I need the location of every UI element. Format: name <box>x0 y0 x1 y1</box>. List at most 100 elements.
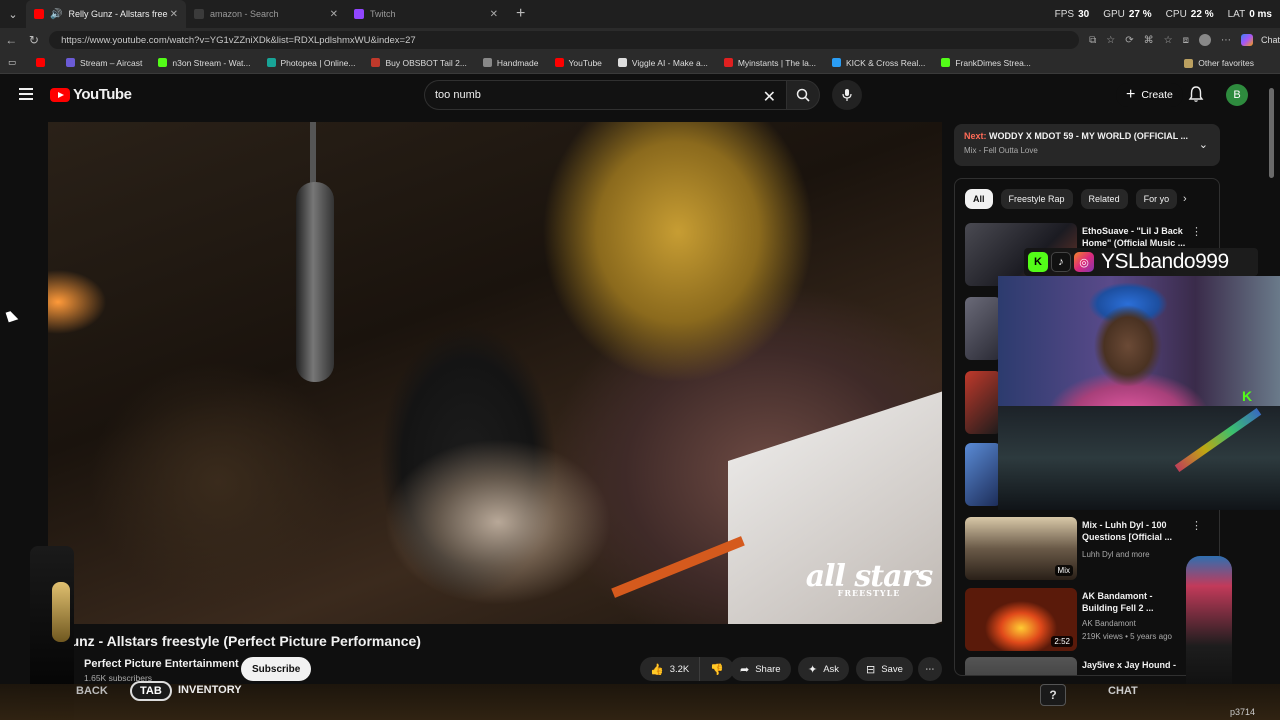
browser-tab-youtube[interactable]: 🔊 Relly Gunz - Allstars freestyle ✕ <box>26 0 186 28</box>
like-button[interactable]: 👍 3.2K <box>640 657 701 681</box>
chip-all[interactable]: All <box>965 189 993 209</box>
recommendation-item[interactable]: Mix Mix - Luhh Dyl - 100 Questions [Offi… <box>965 517 1215 581</box>
kick-icon: K <box>1028 252 1048 272</box>
obsbot-icon <box>371 58 381 67</box>
more-options-icon[interactable]: ⋯ <box>1221 35 1231 46</box>
recommendation-item[interactable]: 2:52 AK Bandamont - Building Fell 2 ... … <box>965 588 1215 652</box>
up-next-card[interactable]: Next: WODDY X MDOT 59 - MY WORLD (OFFICI… <box>954 124 1220 166</box>
video-thumbnail[interactable] <box>965 443 1001 506</box>
aircast-icon <box>66 58 76 67</box>
recommendation-channel: Luhh Dyl and more <box>1082 550 1150 559</box>
page-scrollbar[interactable] <box>1268 78 1276 682</box>
bookmark-viggle[interactable]: Viggle AI - Make a... <box>617 58 708 68</box>
search-button[interactable] <box>786 80 820 110</box>
folder-icon <box>1184 58 1194 68</box>
favorite-star-icon[interactable]: ☆ <box>1106 35 1115 46</box>
video-frame-detail <box>611 536 745 598</box>
bookmark-obsbot[interactable]: Buy OBSBOT Tail 2... <box>371 58 467 68</box>
search-icon <box>194 9 204 19</box>
chat-button[interactable]: Chat <box>1261 35 1280 45</box>
clear-search-icon[interactable]: ✕ <box>763 87 776 107</box>
other-favorites-folder[interactable]: Other favorites <box>1184 52 1254 74</box>
notifications-button[interactable] <box>1188 85 1204 108</box>
like-count: 3.2K <box>669 663 690 675</box>
chevron-right-icon[interactable]: › <box>1183 193 1187 205</box>
chip-freestyle-rap[interactable]: Freestyle Rap <box>1000 189 1073 209</box>
more-vert-icon[interactable]: ⋮ <box>1191 519 1202 532</box>
ask-button[interactable]: ✦ Ask <box>798 657 850 681</box>
create-button[interactable]: + Create <box>1116 83 1183 107</box>
video-thumbnail[interactable] <box>965 657 1077 675</box>
video-player[interactable]: all stars FREESTYLE <box>48 122 942 624</box>
youtube-logo[interactable]: YouTube <box>50 86 132 103</box>
save-label: Save <box>881 663 903 675</box>
ask-label: Ask <box>823 663 840 675</box>
back-arrow-icon[interactable]: ← <box>0 33 23 47</box>
video-thumbnail[interactable] <box>965 297 1001 360</box>
profile-icon[interactable] <box>1198 34 1211 46</box>
video-thumbnail[interactable] <box>965 371 1001 434</box>
browser-tab-twitch[interactable]: Twitch ✕ <box>346 0 506 28</box>
recommendation-item[interactable]: Jay5ive x Jay Hound - <box>965 657 1215 675</box>
puzzle-icon[interactable]: ⌘ <box>1144 35 1154 46</box>
share-button[interactable]: ➦ Share <box>730 657 791 681</box>
bookmark-youtube-2[interactable]: YouTube <box>554 58 602 68</box>
tab-list-chevron-icon[interactable]: ⌄ <box>0 0 26 28</box>
like-dislike-group: 👍 3.2K 👎 <box>640 657 734 681</box>
tab-title: amazon - Search <box>210 9 279 19</box>
tiktok-icon: ♪ <box>1051 252 1071 272</box>
bookmark-n3on[interactable]: n3on Stream - Wat... <box>158 58 251 68</box>
watermark-text: all stars <box>805 558 934 594</box>
account-avatar[interactable]: B <box>1226 84 1248 106</box>
bell-icon <box>1188 86 1204 102</box>
up-next-title: WODDY X MDOT 59 - MY WORLD (OFFICIAL ... <box>989 131 1189 141</box>
open-app-icon[interactable]: ⧉ <box>1089 35 1096 46</box>
voice-search-button[interactable] <box>832 80 862 110</box>
chip-related[interactable]: Related <box>1080 189 1128 209</box>
bookmarks-menu-icon[interactable]: ▭ <box>8 57 16 68</box>
bookmark-myinstants[interactable]: Myinstants | The la... <box>723 58 816 68</box>
bookmark-kick-cross[interactable]: KICK & Cross Real... <box>831 58 925 68</box>
collections-icon[interactable]: ⧈ <box>1183 35 1189 46</box>
bookmark-aircast[interactable]: Stream – Aircast <box>66 58 142 68</box>
new-tab-button[interactable]: + <box>506 5 535 23</box>
youtube-icon <box>36 58 46 67</box>
search-input[interactable]: too numb ✕ <box>424 80 788 110</box>
bookmark-frankdimes[interactable]: FrankDimes Strea... <box>941 58 1031 68</box>
save-button[interactable]: ⊟ Save <box>856 657 913 681</box>
browser-tab-amazon[interactable]: amazon - Search ✕ <box>186 0 346 28</box>
chevron-down-icon[interactable]: ⌄ <box>1199 138 1208 151</box>
close-tab-icon[interactable]: ✕ <box>330 9 338 20</box>
more-actions-button[interactable]: ⋯ <box>918 657 942 681</box>
stat-cpu: CPU 22 % <box>1165 8 1214 20</box>
video-thumbnail[interactable]: Mix <box>965 517 1077 580</box>
url-field[interactable]: https://www.youtube.com/watch?v=YG1vZZni… <box>49 31 1080 49</box>
bookmark-handmade[interactable]: Handmade <box>482 58 539 68</box>
copilot-icon[interactable] <box>1240 34 1253 46</box>
corner-label: p3714 <box>1230 707 1256 717</box>
thumbs-down-icon: 👎 <box>710 663 724 676</box>
dislike-button[interactable]: 👎 <box>700 657 734 681</box>
bookmark-photopea[interactable]: Photopea | Online... <box>266 58 355 68</box>
menu-icon[interactable] <box>19 88 33 100</box>
share-arrow-icon: ➦ <box>740 663 750 676</box>
watermark-subtext: FREESTYLE <box>837 587 901 598</box>
recommendation-views: 219K views • 5 years ago <box>1082 631 1172 641</box>
favorites-icon[interactable]: ☆ <box>1164 35 1173 46</box>
stat-fps: FPS 30 <box>1054 8 1090 20</box>
close-tab-icon[interactable]: ✕ <box>170 9 178 20</box>
extensions-icon[interactable]: ⟳ <box>1125 35 1133 46</box>
channel-name[interactable]: Perfect Picture Entertainment <box>84 658 239 670</box>
video-thumbnail[interactable]: 2:52 <box>965 588 1077 651</box>
speaker-icon[interactable]: 🔊 <box>50 9 62 20</box>
instagram-icon: ◎ <box>1074 252 1094 272</box>
refresh-icon[interactable]: ↻ <box>23 33 46 47</box>
subscribe-button[interactable]: Subscribe <box>241 657 312 681</box>
close-tab-icon[interactable]: ✕ <box>490 9 498 20</box>
chip-for-you[interactable]: For yo <box>1135 189 1178 209</box>
bookmarks-bar: ▭ Stream – Aircast n3on Stream - Wat... … <box>0 52 1280 74</box>
stat-gpu: GPU 27 % <box>1103 8 1152 20</box>
streamer-name-banner: K ♪ ◎ YSLbando999 <box>1024 248 1258 276</box>
bookmark-youtube[interactable] <box>36 58 50 67</box>
more-vert-icon[interactable]: ⋮ <box>1191 225 1202 238</box>
